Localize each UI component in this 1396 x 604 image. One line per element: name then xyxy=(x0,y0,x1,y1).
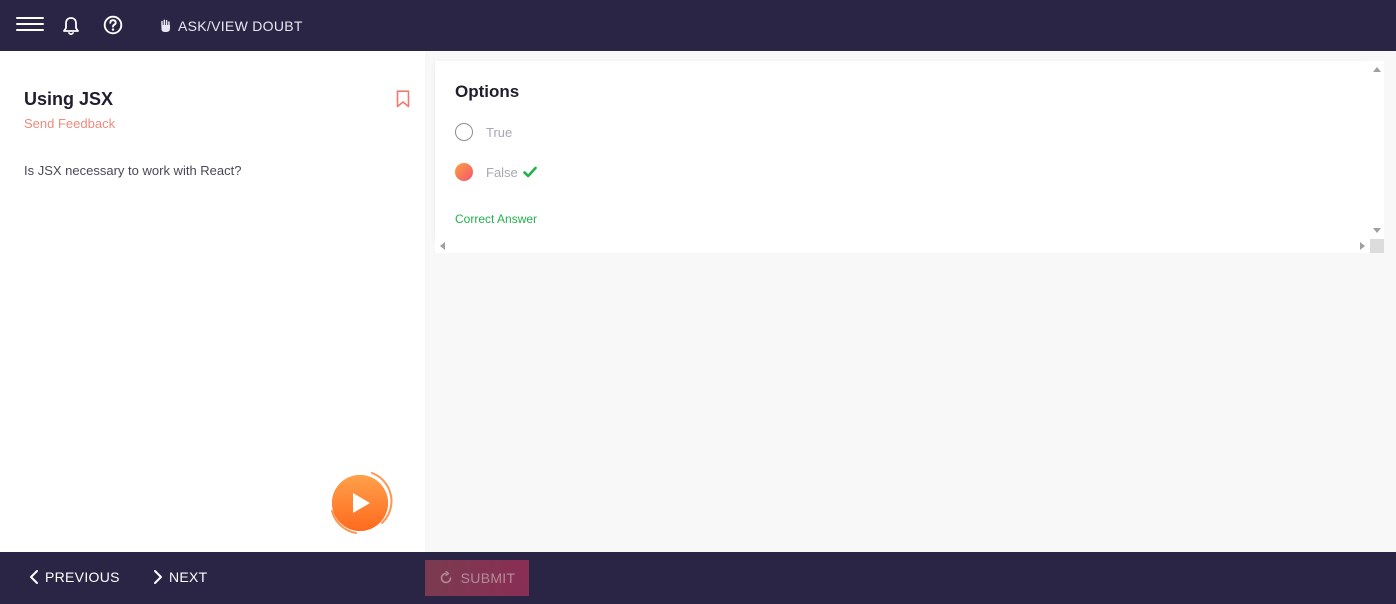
send-feedback-link[interactable]: Send Feedback xyxy=(24,116,115,131)
chevron-right-icon xyxy=(154,570,162,584)
lesson-title: Using JSX xyxy=(24,89,114,109)
scroll-right-arrow-icon[interactable] xyxy=(1360,242,1365,250)
horizontal-scrollbar[interactable] xyxy=(435,239,1370,253)
bottom-navigation-bar: PREVIOUS NEXT SUBMIT xyxy=(0,552,1396,604)
option-label: True xyxy=(486,124,513,140)
top-navigation-bar: ASK/VIEW DOUBT xyxy=(0,0,1396,51)
bookmark-icon[interactable] xyxy=(396,90,410,108)
previous-button[interactable]: PREVIOUS xyxy=(28,569,120,585)
submit-label: SUBMIT xyxy=(460,570,516,586)
chevron-left-icon xyxy=(30,570,38,584)
scroll-down-arrow-icon[interactable] xyxy=(1373,228,1381,233)
question-text: Is JSX necessary to work with React? xyxy=(24,163,242,178)
play-icon[interactable] xyxy=(326,469,394,537)
option-true[interactable]: True xyxy=(455,123,512,141)
vertical-scrollbar[interactable] xyxy=(1370,61,1384,239)
menu-icon[interactable] xyxy=(16,17,44,33)
next-button[interactable]: NEXT xyxy=(152,569,208,585)
scroll-left-arrow-icon[interactable] xyxy=(440,242,445,250)
bell-icon[interactable] xyxy=(62,16,80,36)
ask-view-doubt-button[interactable]: ASK/VIEW DOUBT xyxy=(160,17,303,35)
previous-label: PREVIOUS xyxy=(45,569,120,585)
ask-view-doubt-label: ASK/VIEW DOUBT xyxy=(178,18,303,34)
radio-selected[interactable] xyxy=(455,163,473,181)
refresh-icon xyxy=(440,571,451,584)
radio-unselected[interactable] xyxy=(455,123,473,141)
scrollbar-corner xyxy=(1370,239,1384,253)
question-panel: Using JSX Send Feedback Is JSX necessary… xyxy=(0,51,425,552)
help-icon[interactable] xyxy=(103,15,123,35)
next-label: NEXT xyxy=(169,569,208,585)
submit-button[interactable]: SUBMIT xyxy=(425,560,529,596)
options-heading: Options xyxy=(455,82,520,101)
option-false[interactable]: False xyxy=(455,163,537,181)
option-label: False xyxy=(486,164,518,180)
answer-panel: Options True False Correct Answer xyxy=(425,51,1396,552)
check-icon xyxy=(522,166,537,178)
scroll-up-arrow-icon[interactable] xyxy=(1373,67,1381,72)
correct-answer-label: Correct Answer xyxy=(455,212,538,226)
hand-icon xyxy=(161,19,170,32)
options-card: Options True False Correct Answer xyxy=(435,61,1370,239)
